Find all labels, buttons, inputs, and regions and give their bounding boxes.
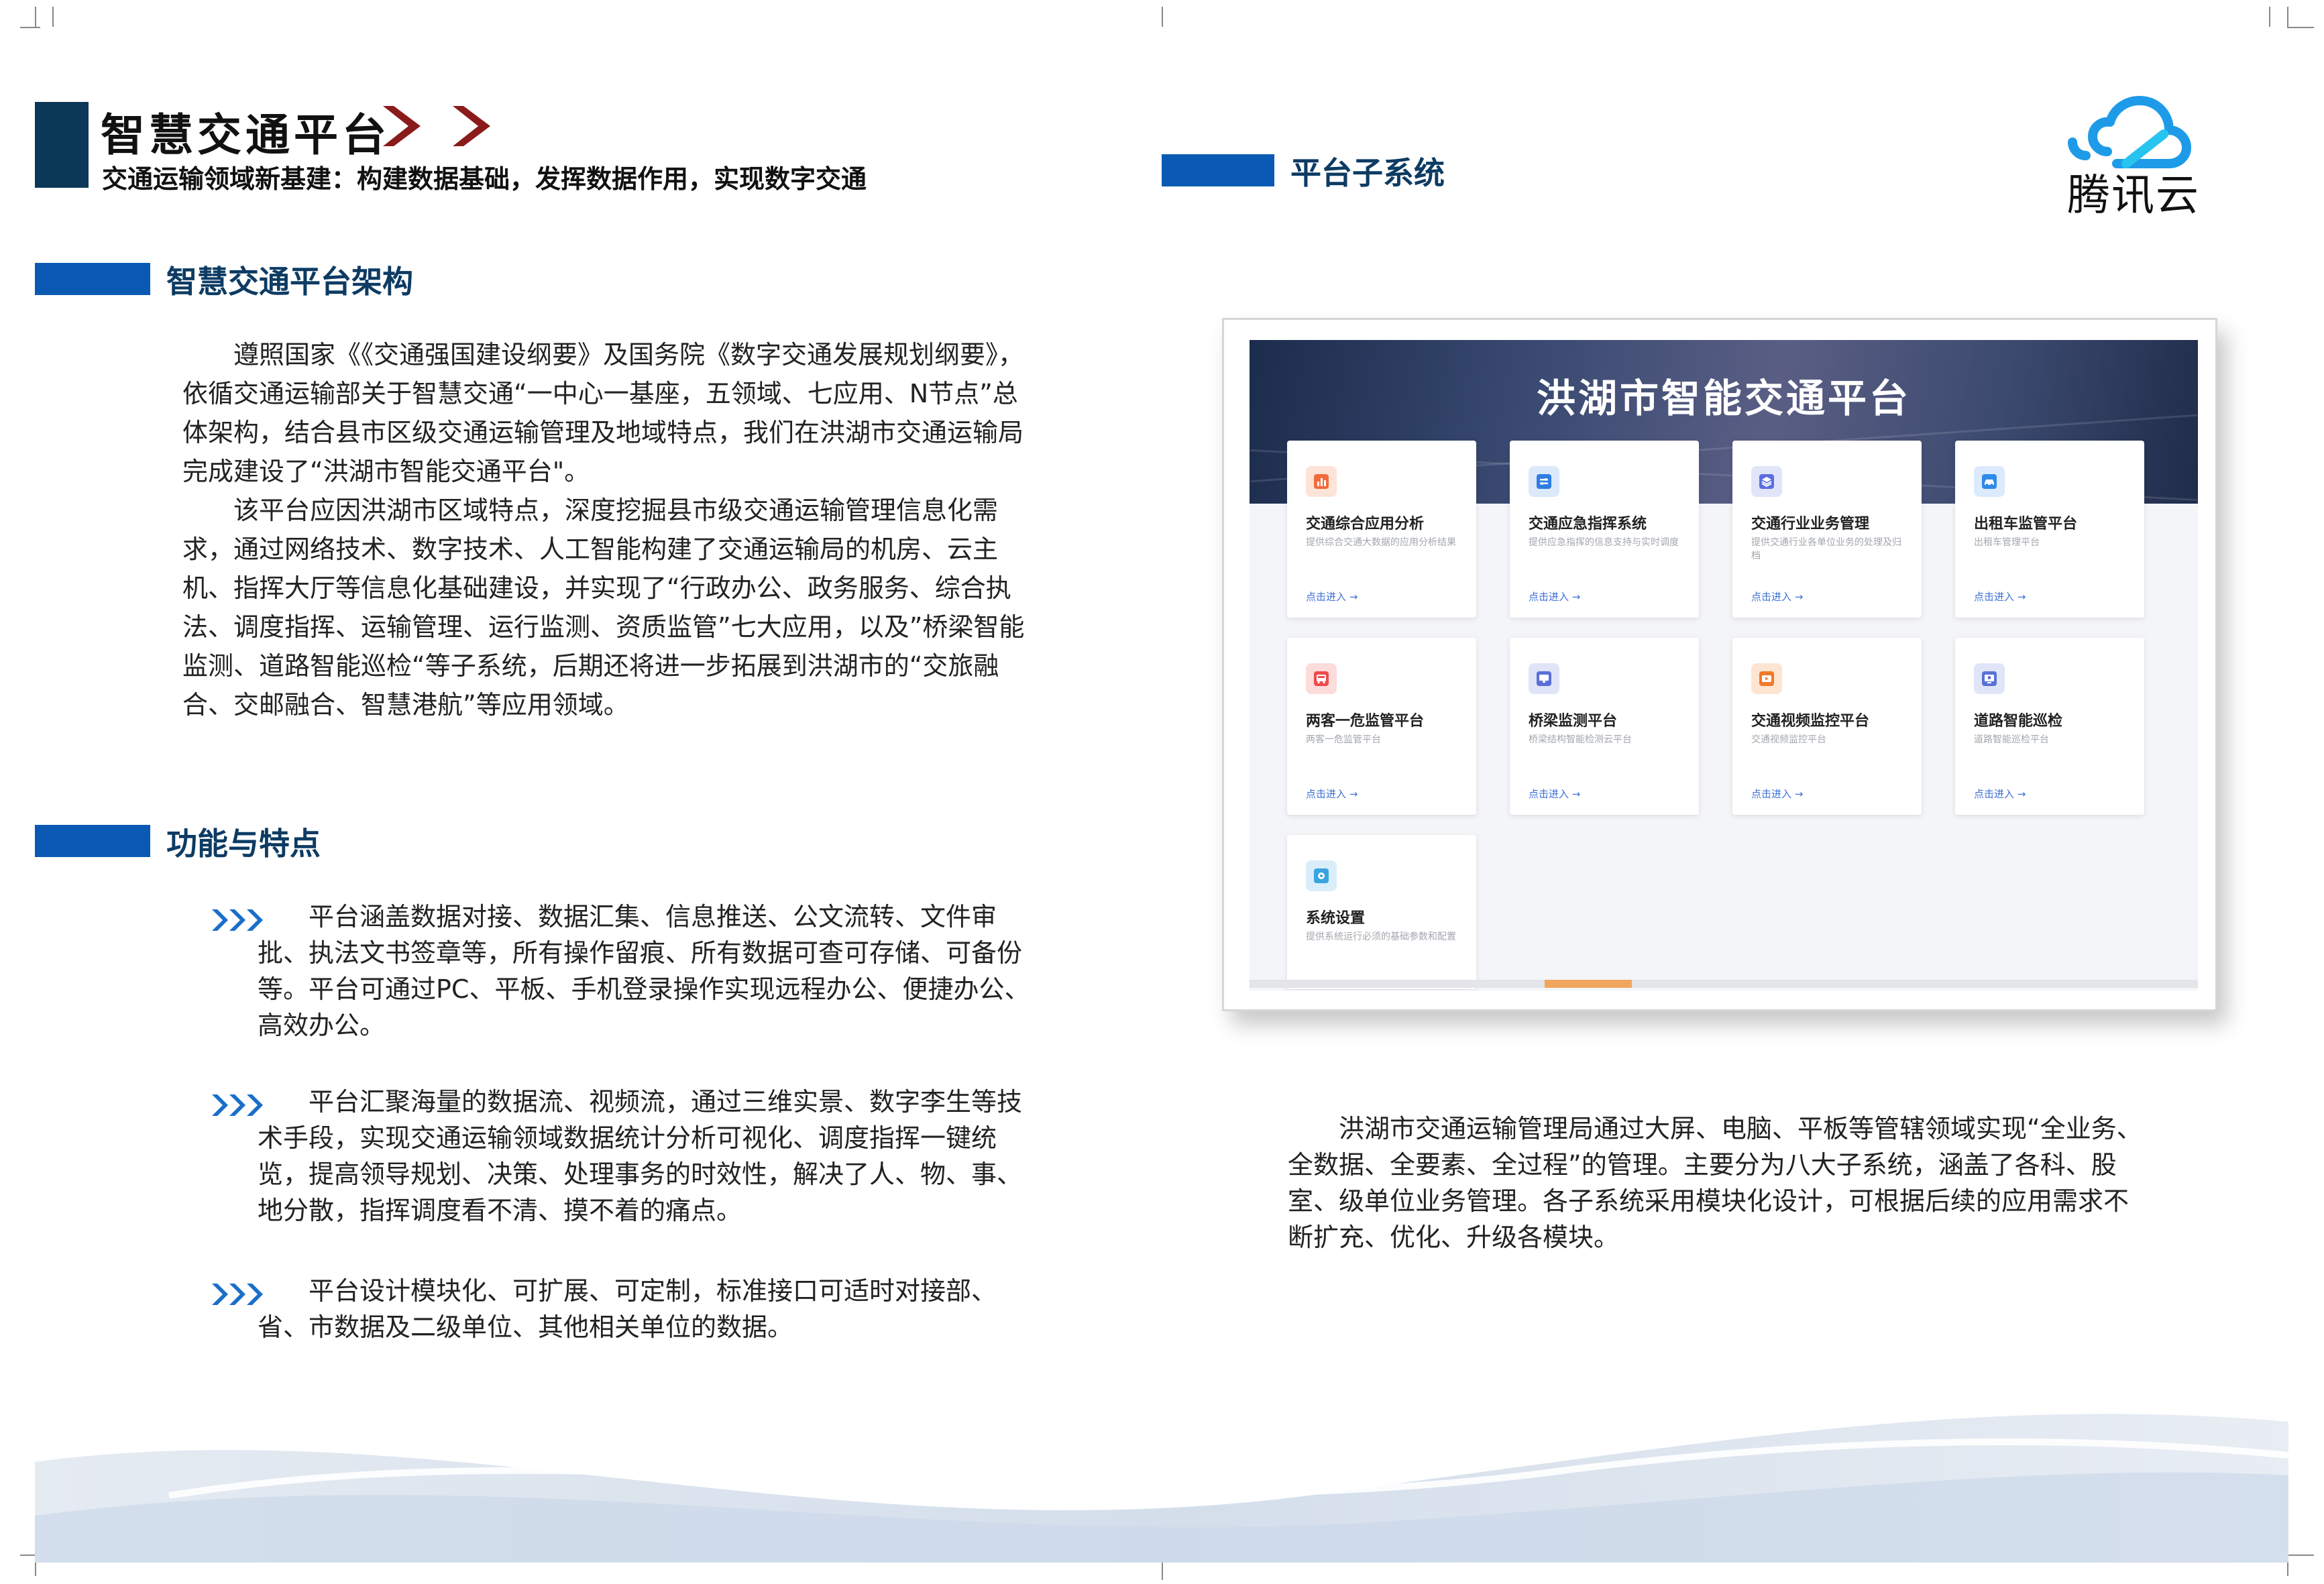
card-desc: 提供交通行业各单位业务的处理及归档 bbox=[1751, 537, 1901, 561]
enter-link[interactable]: 点击进入 → bbox=[1529, 589, 1580, 604]
card-desc: 提供综合交通大数据的应用分析结果 bbox=[1306, 537, 1456, 548]
card-title: 桥梁监测平台 bbox=[1529, 713, 1618, 730]
enter-link[interactable]: 点击进入 → bbox=[1306, 589, 1358, 604]
crop-mark bbox=[20, 27, 40, 28]
architecture-text: 遵照国家《《交通强国建设纲要》及国务院《数字交通发展规划纲要》，依循交通运输部关… bbox=[182, 335, 1042, 724]
feature-text: 平台涵盖数据对接、数据汇集、信息推送、公文流转、文件审批、执法文书签章等，所有操… bbox=[258, 902, 1030, 1040]
car-icon bbox=[1974, 466, 2005, 497]
feature-text: 平台汇聚海量的数据流、视频流，通过三维实景、数字李生等技术手段，实现交通运输领域… bbox=[258, 1087, 1023, 1225]
card-desc: 提供应急指挥的信息支持与实时调度 bbox=[1529, 537, 1679, 548]
enter-link[interactable]: 点击进入 → bbox=[1306, 787, 1358, 801]
subsystem-card[interactable]: 道路智能巡检 道路智能巡检平台 点击进入 → bbox=[1955, 638, 2144, 815]
section-title-subsystems: 平台子系统 bbox=[1290, 155, 1445, 191]
card-title: 系统设置 bbox=[1306, 910, 1366, 927]
video-icon bbox=[1751, 663, 1782, 694]
feature-item: 平台设计模块化、可扩展、可定制，标准接口可适时对接部、省、市数据及二级单位、其他… bbox=[258, 1273, 1041, 1345]
card-desc: 两客一危监管平台 bbox=[1306, 734, 1381, 745]
subsystem-card[interactable]: 交通综合应用分析 提供综合交通大数据的应用分析结果 点击进入 → bbox=[1287, 441, 1476, 618]
card-title: 两客一危监管平台 bbox=[1306, 713, 1425, 730]
crop-mark bbox=[35, 7, 36, 27]
screenshot-banner-title: 洪湖市智能交通平台 bbox=[1536, 376, 1911, 421]
enter-link[interactable]: 点击进入 → bbox=[1751, 787, 1803, 801]
card-desc: 交通视频监控平台 bbox=[1751, 734, 1826, 745]
card-desc: 出租车管理平台 bbox=[1974, 537, 2040, 548]
crop-mark bbox=[2269, 7, 2270, 27]
crop-mark bbox=[2287, 27, 2314, 28]
location-icon bbox=[1974, 663, 2005, 694]
card-title: 交通综合应用分析 bbox=[1306, 516, 1425, 532]
enter-link[interactable]: 点击进入 → bbox=[1751, 589, 1803, 604]
crop-mark bbox=[2287, 1554, 2314, 1556]
bar-chart-icon bbox=[1306, 466, 1337, 497]
page-title: 智慧交通平台 bbox=[101, 109, 390, 161]
subsystem-card[interactable]: 交通应急指挥系统 提供应急指挥的信息支持与实时调度 点击进入 → bbox=[1510, 441, 1699, 618]
card-desc: 提供系统运行必须的基础参数和配置 bbox=[1306, 931, 1456, 942]
subsystem-card[interactable]: 交通视频监控平台 交通视频监控平台 点击进入 → bbox=[1732, 638, 1922, 815]
page-subtitle: 交通运输领域新基建：构建数据基础，发挥数据作用，实现数字交通 bbox=[102, 164, 867, 194]
card-title: 道路智能巡检 bbox=[1974, 713, 2063, 730]
horizontal-scrollbar[interactable] bbox=[1250, 980, 2198, 988]
monitor-icon bbox=[1529, 663, 1559, 694]
card-desc: 桥梁结构智能检测云平台 bbox=[1529, 734, 1632, 745]
section-bar bbox=[1162, 154, 1274, 186]
feature-item: 平台涵盖数据对接、数据汇集、信息推送、公文流转、文件审批、执法文书签章等，所有操… bbox=[258, 899, 1041, 1043]
subsystem-card[interactable]: 系统设置 提供系统运行必须的基础参数和配置 bbox=[1287, 835, 1476, 989]
feature-text: 平台设计模块化、可扩展、可定制，标准接口可适时对接部、省、市数据及二级单位、其他… bbox=[258, 1276, 997, 1342]
architecture-paragraph: 遵照国家《《交通强国建设纲要》及国务院《数字交通发展规划纲要》，依循交通运输部关… bbox=[182, 340, 1024, 486]
enter-link[interactable]: 点击进入 → bbox=[1974, 787, 2026, 801]
card-title: 交通行业业务管理 bbox=[1751, 516, 1870, 532]
crop-mark bbox=[1162, 1560, 1163, 1580]
architecture-paragraph: 该平台应因洪湖市区域特点，深度挖掘县市级交通运输管理信息化需求，通过网络技术、数… bbox=[182, 496, 1025, 720]
card-title: 交通视频监控平台 bbox=[1751, 713, 1870, 730]
crop-mark bbox=[1162, 7, 1163, 27]
platform-screenshot: 洪湖市智能交通平台 交通综合应用分析 提供综合交通大数据的应用分析结果 点击进入… bbox=[1222, 318, 2217, 1011]
command-icon bbox=[1529, 466, 1559, 497]
scrollbar-thumb[interactable] bbox=[1545, 980, 1632, 988]
bus-icon bbox=[1306, 663, 1337, 694]
subsystem-card[interactable]: 出租车监管平台 出租车管理平台 点击进入 → bbox=[1955, 441, 2144, 618]
section-bar bbox=[35, 263, 150, 295]
subsystem-card[interactable]: 桥梁监测平台 桥梁结构智能检测云平台 点击进入 → bbox=[1510, 638, 1699, 815]
section-title-features: 功能与特点 bbox=[166, 826, 321, 862]
screenshot-content: 洪湖市智能交通平台 交通综合应用分析 提供综合交通大数据的应用分析结果 点击进入… bbox=[1250, 340, 2198, 991]
section-title-architecture: 智慧交通平台架构 bbox=[166, 264, 413, 300]
section-bar bbox=[35, 825, 150, 857]
subsystems-paragraph: 洪湖市交通运输管理局通过大屏、电脑、平板等管辖领域实现“全业务、全数据、全要素、… bbox=[1288, 1114, 2142, 1252]
feature-item: 平台汇聚海量的数据流、视频流，通过三维实景、数字李生等技术手段，实现交通运输领域… bbox=[258, 1084, 1041, 1229]
crop-mark bbox=[2287, 7, 2288, 27]
enter-link[interactable]: 点击进入 → bbox=[1529, 787, 1580, 801]
card-title: 出租车监管平台 bbox=[1974, 516, 2078, 532]
card-title: 交通应急指挥系统 bbox=[1529, 516, 1647, 532]
crop-mark bbox=[52, 7, 54, 27]
subsystem-card[interactable]: 两客一危监管平台 两客一危监管平台 点击进入 → bbox=[1287, 638, 1476, 815]
layers-icon bbox=[1751, 466, 1782, 497]
logo-text: 腾讯云 bbox=[2067, 171, 2200, 221]
enter-link[interactable]: 点击进入 → bbox=[1974, 589, 2026, 604]
double-chevron-right-icon bbox=[383, 106, 490, 146]
background-wave bbox=[35, 1381, 2288, 1563]
subsystem-card[interactable]: 交通行业业务管理 提供交通行业各单位业务的处理及归档 点击进入 → bbox=[1732, 441, 1922, 618]
title-accent-block bbox=[35, 102, 89, 188]
card-desc: 道路智能巡检平台 bbox=[1974, 734, 2049, 745]
subsystems-text: 洪湖市交通运输管理局通过大屏、电脑、平板等管辖领域实现“全业务、全数据、全要素、… bbox=[1288, 1111, 2146, 1255]
gear-icon bbox=[1306, 860, 1337, 891]
